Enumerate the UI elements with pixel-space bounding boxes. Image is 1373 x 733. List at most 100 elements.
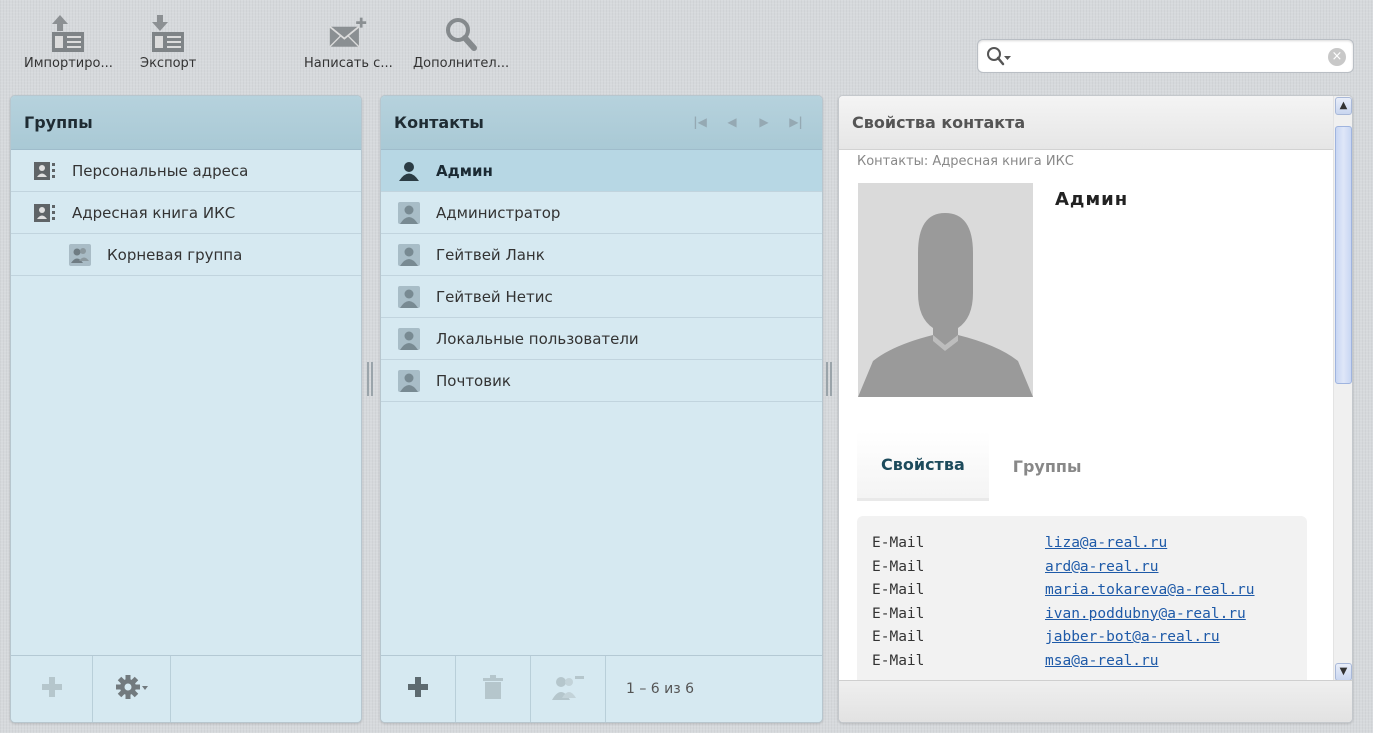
trash-icon bbox=[482, 674, 504, 704]
properties-footer bbox=[839, 680, 1352, 722]
contacts-count: 1 – 6 из 6 bbox=[626, 681, 695, 697]
group-settings-button[interactable] bbox=[93, 656, 171, 722]
user-icon bbox=[398, 369, 420, 392]
contact-item[interactable]: Администратор bbox=[381, 192, 822, 234]
advanced-search-button[interactable]: Дополнител... bbox=[413, 14, 509, 71]
contact-item[interactable]: Локальные пользователи bbox=[381, 318, 822, 360]
groups-panel: Группы Персональные адреса Адресная книг… bbox=[10, 95, 362, 723]
export-button[interactable]: Экспорт bbox=[140, 14, 196, 71]
groups-contacts-splitter[interactable] bbox=[367, 362, 373, 396]
property-key: E-Mail bbox=[872, 558, 925, 575]
contact-item[interactable]: Админ bbox=[381, 150, 822, 192]
properties-panel-title: Свойства контакта bbox=[839, 96, 1352, 150]
contact-avatar bbox=[858, 183, 1033, 397]
group-label: Корневая группа bbox=[107, 245, 243, 264]
plus-icon bbox=[41, 676, 63, 702]
import-icon bbox=[48, 14, 88, 54]
properties-scrollbar[interactable]: ▲ ▼ bbox=[1333, 96, 1352, 682]
gear-icon bbox=[115, 673, 149, 705]
scroll-thumb[interactable] bbox=[1335, 126, 1352, 384]
address-book-icon bbox=[34, 202, 56, 224]
property-row: E-Mail ivan.poddubny@a-real.ru bbox=[857, 606, 1307, 630]
contacts-props-splitter[interactable] bbox=[826, 362, 832, 396]
property-row: E-Mail ard@a-real.ru bbox=[857, 559, 1307, 583]
contacts-footer: 1 – 6 из 6 bbox=[381, 655, 822, 722]
delete-contact-button[interactable] bbox=[456, 656, 531, 722]
clear-search-icon[interactable]: × bbox=[1328, 48, 1346, 66]
contact-name: Админ bbox=[1055, 189, 1129, 210]
scroll-down-icon[interactable]: ▼ bbox=[1335, 663, 1352, 681]
user-icon bbox=[398, 160, 420, 182]
group-label: Адресная книга ИКС bbox=[72, 203, 236, 222]
groups-footer bbox=[11, 655, 361, 722]
scroll-up-icon[interactable]: ▲ bbox=[1335, 97, 1352, 115]
import-button[interactable]: Импортиро... bbox=[24, 14, 113, 71]
property-key: E-Mail bbox=[872, 652, 925, 669]
email-link[interactable]: maria.tokareva@a-real.ru bbox=[1045, 582, 1255, 606]
last-page-icon[interactable]: ▶| bbox=[788, 115, 804, 129]
users-minus-icon bbox=[552, 674, 584, 704]
compose-button[interactable]: Написать с... bbox=[304, 14, 393, 71]
property-key: E-Mail bbox=[872, 629, 925, 645]
advanced-search-label: Дополнител... bbox=[413, 56, 510, 71]
search-dropdown-icon[interactable] bbox=[986, 46, 1012, 68]
contact-item[interactable]: Почтовик bbox=[381, 360, 822, 402]
magnifier-icon bbox=[441, 14, 481, 54]
envelope-plus-icon bbox=[328, 14, 368, 54]
compose-label: Написать с... bbox=[304, 56, 393, 71]
tab-groups[interactable]: Группы bbox=[989, 431, 1106, 501]
property-key: E-Mail bbox=[872, 605, 925, 622]
email-link[interactable]: jabber-bot@a-real.ru bbox=[1045, 629, 1220, 653]
contact-label: Гейтвей Ланк bbox=[436, 245, 545, 264]
group-item[interactable]: Корневая группа bbox=[11, 234, 361, 276]
contact-properties-panel: Свойства контакта Контакты: Адресная кни… bbox=[838, 95, 1353, 723]
email-link[interactable]: ard@a-real.ru bbox=[1045, 559, 1159, 583]
prev-page-icon[interactable]: ◀ bbox=[724, 115, 740, 129]
pager-nav: |◀ ◀ ▶ ▶| bbox=[692, 115, 804, 129]
contact-label: Гейтвей Нетис bbox=[436, 287, 553, 306]
export-label: Экспорт bbox=[140, 56, 197, 71]
group-item[interactable]: Адресная книга ИКС bbox=[11, 192, 361, 234]
search-field[interactable]: × bbox=[977, 39, 1354, 73]
contact-label: Администратор bbox=[436, 203, 561, 222]
remove-from-group-button[interactable] bbox=[531, 656, 606, 722]
toolbar: Импортиро... Экспорт Написать с... Допол… bbox=[0, 0, 1373, 92]
import-label: Импортиро... bbox=[24, 56, 113, 71]
tab-properties[interactable]: Свойства bbox=[857, 431, 989, 501]
email-link[interactable]: liza@a-real.ru bbox=[1045, 535, 1167, 559]
user-icon bbox=[398, 285, 420, 308]
contacts-panel: Контакты |◀ ◀ ▶ ▶| Админ Администратор Г… bbox=[380, 95, 823, 723]
property-key: E-Mail bbox=[872, 535, 925, 551]
contact-item[interactable]: Гейтвей Нетис bbox=[381, 276, 822, 318]
first-page-icon[interactable]: |◀ bbox=[692, 115, 708, 129]
contacts-panel-title: Контакты bbox=[394, 113, 484, 132]
add-group-button[interactable] bbox=[11, 656, 93, 722]
property-row: E-Mail liza@a-real.ru bbox=[857, 535, 1307, 559]
property-row: E-Mail maria.tokareva@a-real.ru bbox=[857, 582, 1307, 606]
property-row: E-Mail msa@a-real.ru bbox=[857, 653, 1307, 677]
contact-item[interactable]: Гейтвей Ланк bbox=[381, 234, 822, 276]
search-input[interactable] bbox=[1018, 45, 1308, 67]
groups-panel-title: Группы bbox=[11, 96, 361, 150]
properties-subtitle: Контакты: Адресная книга ИКС bbox=[857, 154, 1074, 169]
contact-label: Почтовик bbox=[436, 371, 511, 390]
property-key: E-Mail bbox=[872, 582, 925, 598]
user-icon bbox=[398, 327, 420, 350]
address-book-icon bbox=[34, 160, 56, 182]
property-row: E-Mail jabber-bot@a-real.ru bbox=[857, 629, 1307, 653]
contact-label: Локальные пользователи bbox=[436, 329, 639, 348]
next-page-icon[interactable]: ▶ bbox=[756, 115, 772, 129]
export-icon bbox=[148, 14, 188, 54]
add-contact-button[interactable] bbox=[381, 656, 456, 722]
users-group-icon bbox=[69, 243, 91, 266]
plus-icon bbox=[407, 676, 429, 702]
group-label: Персональные адреса bbox=[72, 161, 249, 180]
email-link[interactable]: msa@a-real.ru bbox=[1045, 653, 1159, 677]
user-icon bbox=[398, 201, 420, 224]
contact-label: Админ bbox=[436, 161, 493, 180]
properties-tabs: Свойства Группы bbox=[857, 431, 1105, 501]
user-icon bbox=[398, 243, 420, 266]
email-link[interactable]: ivan.poddubny@a-real.ru bbox=[1045, 606, 1246, 630]
group-item[interactable]: Персональные адреса bbox=[11, 150, 361, 192]
contacts-panel-header: Контакты |◀ ◀ ▶ ▶| bbox=[381, 96, 822, 150]
